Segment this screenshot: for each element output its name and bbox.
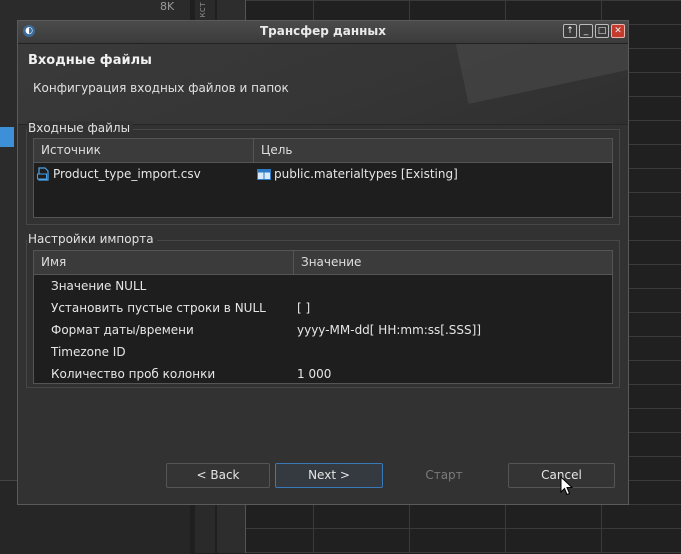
dialog-title: Трансфер данных — [259, 24, 387, 38]
column-header-source[interactable]: Источник — [34, 139, 254, 162]
setting-value[interactable]: yyyy-MM-dd[ HH:mm:ss[.SSS]] — [297, 323, 612, 337]
background-vertical-tab-label: кст — [198, 2, 208, 18]
input-files-group: Входные файлы Источник Цель Product_type… — [26, 121, 620, 225]
wizard-header: Входные файлы Конфигурация входных файло… — [18, 44, 628, 125]
table-row[interactable]: Формат даты/времени yyyy-MM-dd[ HH:mm:ss… — [34, 319, 612, 341]
setting-name: Количество проб колонки — [51, 367, 216, 381]
setting-name: Установить пустые строки в NULL — [51, 301, 266, 315]
import-settings-group: Настройки импорта Имя Значение Значение … — [26, 232, 620, 388]
input-files-group-title: Входные файлы — [27, 121, 134, 135]
maximize-button[interactable]: □ — [595, 24, 609, 38]
empty-strings-null-checkbox[interactable]: [ ] — [297, 301, 612, 315]
wizard-page-description: Конфигурация входных файлов и папок — [33, 81, 289, 95]
header-decoration — [451, 44, 628, 104]
column-header-name[interactable]: Имя — [34, 251, 294, 274]
csv-file-icon — [37, 167, 49, 181]
table-row[interactable]: Timezone ID — [34, 341, 612, 363]
import-settings-table-header: Имя Значение — [34, 251, 612, 275]
background-size-label: 8K — [160, 0, 175, 13]
next-button[interactable]: Next > — [275, 463, 383, 488]
table-icon — [257, 168, 271, 180]
column-header-target[interactable]: Цель — [254, 139, 612, 162]
dialog-titlebar[interactable]: ◐ Трансфер данных ↑ _ □ ✕ — [18, 21, 628, 44]
import-settings-table[interactable]: Имя Значение Значение NULL Установить пу… — [33, 250, 613, 384]
column-header-value[interactable]: Значение — [294, 251, 612, 274]
setting-value[interactable]: 1 000 — [297, 367, 612, 381]
setting-name: Значение NULL — [51, 279, 147, 293]
input-files-table[interactable]: Источник Цель Product_type_import.csv pu… — [33, 138, 613, 218]
close-button[interactable]: ✕ — [611, 24, 625, 38]
table-row[interactable]: Product_type_import.csv public.materialt… — [34, 163, 612, 185]
input-files-table-header: Источник Цель — [34, 139, 612, 163]
import-settings-group-title: Настройки импорта — [27, 232, 157, 246]
setting-name: Timezone ID — [51, 345, 126, 359]
source-file-name: Product_type_import.csv — [53, 167, 201, 181]
back-button[interactable]: < Back — [166, 463, 270, 488]
setting-name: Формат даты/времени — [51, 323, 194, 337]
target-table-name: public.materialtypes [Existing] — [274, 167, 458, 181]
start-button[interactable]: Старт — [391, 463, 497, 488]
mouse-pointer-icon — [560, 476, 574, 496]
background-selected-item — [0, 127, 14, 147]
wizard-page-title: Входные файлы — [28, 53, 152, 68]
table-row[interactable]: Количество проб колонки 1 000 — [34, 363, 612, 385]
table-row[interactable]: Значение NULL — [34, 275, 612, 297]
data-transfer-dialog: ◐ Трансфер данных ↑ _ □ ✕ Входные файлы … — [17, 20, 629, 505]
minimize-button[interactable]: _ — [579, 24, 593, 38]
keep-above-button[interactable]: ↑ — [563, 24, 577, 38]
table-row[interactable]: Установить пустые строки в NULL [ ] — [34, 297, 612, 319]
